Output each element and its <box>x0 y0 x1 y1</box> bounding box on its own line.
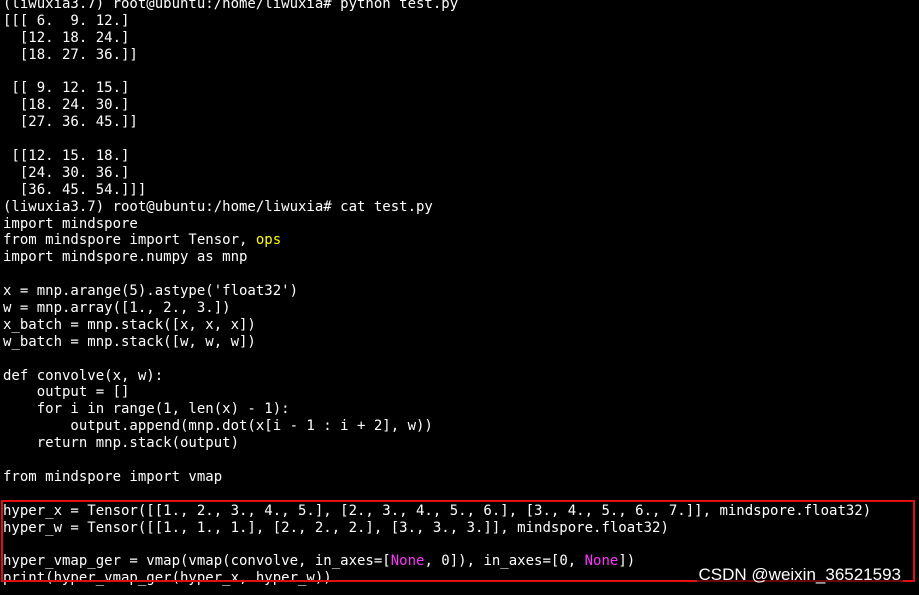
terminal-line-segment: hyper_vmap_ger = vmap(vmap(convolve, in_… <box>3 553 391 570</box>
terminal-line-segment: [[12. 15. 18.] <box>3 148 130 165</box>
terminal-line-segment: [18. 24. 30.] <box>3 97 130 114</box>
terminal-line: for i in range(1, len(x) - 1): <box>3 401 919 418</box>
terminal-line: import mindspore <box>3 216 919 233</box>
terminal-line: import mindspore.numpy as mnp <box>3 249 919 266</box>
terminal-line-segment: w = mnp.array([1., 2., 3.]) <box>3 300 231 317</box>
terminal-line-segment: ]) <box>618 553 636 570</box>
terminal-line: output.append(mnp.dot(x[i - 1 : i + 2], … <box>3 418 919 435</box>
terminal-line: [24. 30. 36.] <box>3 165 919 182</box>
terminal-line-segment: ops <box>255 232 282 249</box>
terminal-line: x = mnp.arange(5).astype('float32') <box>3 283 919 300</box>
terminal-line-segment: [12. 18. 24.] <box>3 29 130 46</box>
terminal-line-segment: print(hyper_vmap_ger(hyper_x, hyper_w)) <box>3 570 332 587</box>
terminal-line: [36. 45. 54.]]] <box>3 182 919 199</box>
terminal-line: [18. 24. 30.] <box>3 97 919 114</box>
terminal-line: [18. 27. 36.]] <box>3 47 919 64</box>
terminal-line-segment: [27. 36. 45.]] <box>3 114 138 131</box>
terminal-line: (liwuxia3.7) root@ubuntu:/home/liwuxia# … <box>3 199 919 216</box>
terminal-line: hyper_w = Tensor([[1., 1., 1.], [2., 2.,… <box>3 520 919 537</box>
terminal-line: from mindspore import vmap <box>3 469 919 486</box>
terminal-line-segment: None <box>584 553 619 570</box>
terminal-line-segment: x = mnp.arange(5).astype('float32') <box>3 283 299 300</box>
terminal-line: hyper_x = Tensor([[1., 2., 3., 4., 5.], … <box>3 503 919 520</box>
terminal-line-segment: import mindspore <box>3 215 138 232</box>
terminal-line: return mnp.stack(output) <box>3 435 919 452</box>
terminal-line-segment: return mnp.stack(output) <box>3 435 240 452</box>
terminal-line: [12. 18. 24.] <box>3 30 919 47</box>
terminal-line-segment: from mindspore import Tensor, <box>3 232 256 249</box>
terminal-line-segment: hyper_x = Tensor([[1., 2., 3., 4., 5.], … <box>3 502 872 519</box>
terminal-line: output = [] <box>3 384 919 401</box>
terminal-line: from mindspore import Tensor, ops <box>3 232 919 249</box>
terminal-line-segment: import mindspore.numpy as mnp <box>3 249 248 266</box>
terminal-line-segment: x_batch = mnp.stack([x, x, x]) <box>3 316 256 333</box>
terminal-line-segment: output = [] <box>3 384 130 401</box>
terminal-line-segment: [18. 27. 36.]] <box>3 46 138 63</box>
terminal-output: (liwuxia3.7) root@ubuntu:/home/liwuxia# … <box>3 0 919 587</box>
terminal-line: [27. 36. 45.]] <box>3 114 919 131</box>
terminal-line: [[ 9. 12. 15.] <box>3 80 919 97</box>
terminal-line-segment: (liwuxia3.7) root@ubuntu:/home/liwuxia# … <box>3 0 459 12</box>
terminal-line-segment: [36. 45. 54.]]] <box>3 181 147 198</box>
terminal-line-segment: output.append(mnp.dot(x[i - 1 : i + 2], … <box>3 418 433 435</box>
terminal-line: (liwuxia3.7) root@ubuntu:/home/liwuxia# … <box>3 0 919 13</box>
terminal-line-segment: , 0]), in_axes=[0, <box>424 553 585 570</box>
terminal-line: [[[ 6. 9. 12.] <box>3 13 919 30</box>
terminal-line-segment: [[[ 6. 9. 12.] <box>3 12 130 29</box>
terminal-line-segment: def convolve(x, w): <box>3 367 164 384</box>
terminal-line-segment: [[ 9. 12. 15.] <box>3 80 130 97</box>
terminal-line-segment: w_batch = mnp.stack([w, w, w]) <box>3 333 256 350</box>
terminal-line: w_batch = mnp.stack([w, w, w]) <box>3 334 919 351</box>
terminal-line-segment: None <box>390 553 425 570</box>
terminal-line-segment: for i in range(1, len(x) - 1): <box>3 401 290 418</box>
terminal-line: [[12. 15. 18.] <box>3 148 919 165</box>
terminal-line: w = mnp.array([1., 2., 3.]) <box>3 300 919 317</box>
csdn-watermark: CSDN @weixin_36521593 <box>696 565 903 585</box>
terminal-line-segment: (liwuxia3.7) root@ubuntu:/home/liwuxia# … <box>3 198 433 215</box>
terminal-window[interactable]: (liwuxia3.7) root@ubuntu:/home/liwuxia# … <box>0 0 919 595</box>
terminal-line-segment: [24. 30. 36.] <box>3 164 130 181</box>
terminal-line: def convolve(x, w): <box>3 368 919 385</box>
terminal-line-segment: from mindspore import vmap <box>3 468 223 485</box>
terminal-line: x_batch = mnp.stack([x, x, x]) <box>3 317 919 334</box>
terminal-line-segment: hyper_w = Tensor([[1., 1., 1.], [2., 2.,… <box>3 519 669 536</box>
